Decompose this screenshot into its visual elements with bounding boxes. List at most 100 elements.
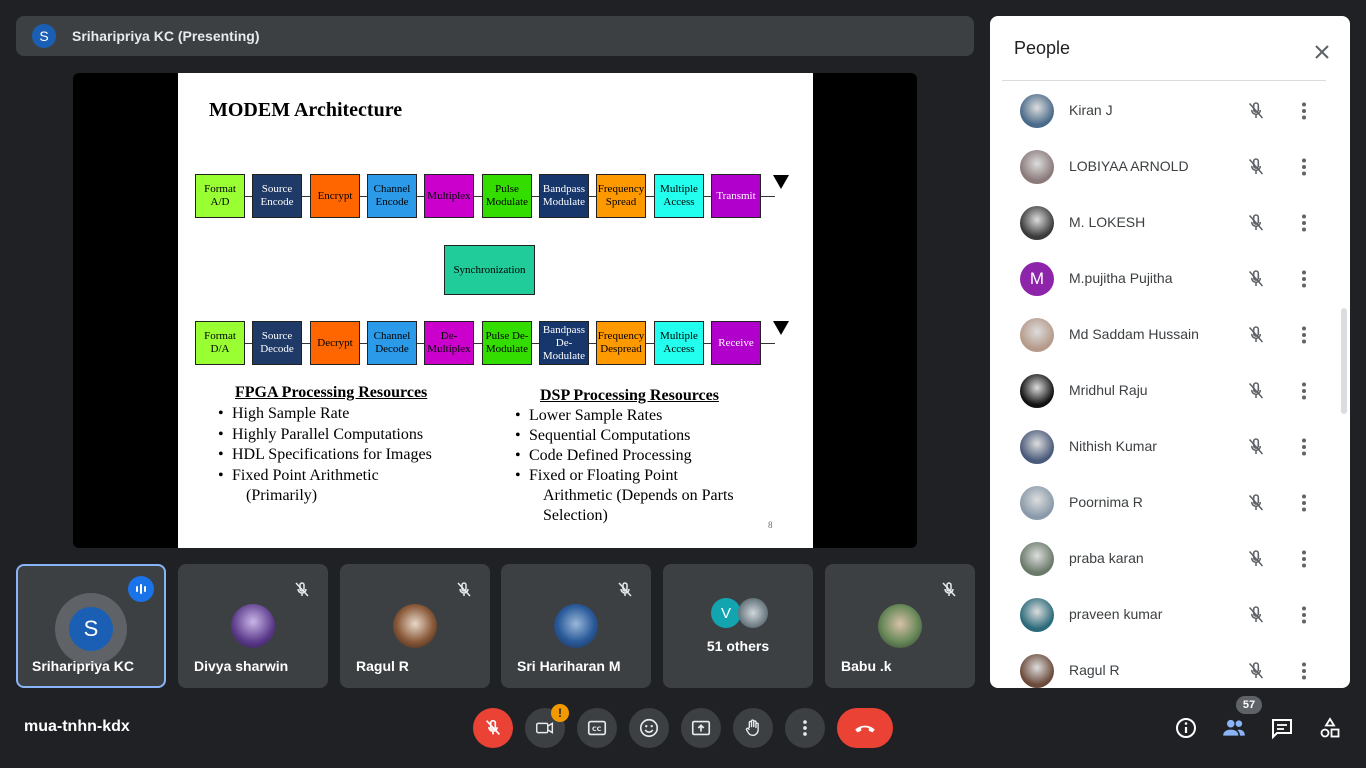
rx-block: Decrypt — [310, 321, 360, 365]
participant-more-button[interactable] — [1292, 323, 1316, 347]
participant-more-button[interactable] — [1292, 659, 1316, 683]
participant-avatar: M — [1020, 262, 1054, 296]
participant-name: LOBIYAA ARNOLD — [1069, 158, 1189, 174]
tx-block: Frequency Spread — [596, 174, 646, 218]
more-options-button[interactable] — [785, 708, 825, 748]
antenna-icon — [773, 175, 789, 189]
rx-block: Bandpass De-Modulate — [539, 321, 589, 365]
participant-more-button[interactable] — [1292, 547, 1316, 571]
participant-avatar — [1020, 150, 1054, 184]
participant-name: Ragul R — [1069, 662, 1120, 678]
participant-row[interactable]: Mridhul Raju — [990, 363, 1338, 419]
tx-block: Bandpass Modulate — [539, 174, 589, 218]
participant-more-button[interactable] — [1292, 491, 1316, 515]
mic-toggle-button[interactable] — [473, 708, 513, 748]
mic-off-icon — [1244, 491, 1268, 515]
mic-off-icon — [1244, 99, 1268, 123]
participant-avatar — [1020, 206, 1054, 240]
rx-block: Source Decode — [252, 321, 302, 365]
participant-avatar — [1020, 542, 1054, 576]
participant-row[interactable]: Ragul R — [990, 643, 1338, 688]
mic-off-icon — [1244, 435, 1268, 459]
participant-tile[interactable]: S Sriharipriya KC — [16, 564, 166, 688]
others-count: 51 others — [706, 638, 770, 654]
slide-page-number: 8 — [768, 520, 773, 530]
participant-tile[interactable]: Babu .k — [825, 564, 975, 688]
raise-hand-button[interactable] — [733, 708, 773, 748]
participant-row[interactable]: LOBIYAA ARNOLD — [990, 139, 1338, 195]
people-scrollbar[interactable] — [1341, 308, 1347, 414]
others-avatar: V — [711, 598, 741, 628]
captions-button[interactable]: CC — [577, 708, 617, 748]
participant-more-button[interactable] — [1292, 211, 1316, 235]
participant-row[interactable]: M M.pujitha Pujitha — [990, 251, 1338, 307]
close-panel-button[interactable] — [1308, 38, 1336, 66]
others-tile[interactable]: V 51 others — [663, 564, 813, 688]
participant-row[interactable]: Md Saddam Hussain — [990, 307, 1338, 363]
camera-icon — [536, 722, 554, 734]
fpga-list: High Sample Rate Highly Parallel Computa… — [218, 404, 432, 507]
participant-tile[interactable]: Ragul R — [340, 564, 490, 688]
dsp-list: Lower Sample Rates Sequential Computatio… — [515, 406, 734, 526]
participant-more-button[interactable] — [1292, 155, 1316, 179]
rx-block: Receive — [711, 321, 761, 365]
mic-off-icon — [1244, 603, 1268, 627]
participant-avatar — [1020, 430, 1054, 464]
participant-row[interactable]: Poornima R — [990, 475, 1338, 531]
people-panel: People Kiran J LOBIYAA ARNOLD M. LOKESH M M.… — [990, 16, 1350, 688]
info-icon — [1176, 718, 1196, 738]
presenting-bar: S Sriharipriya KC (Presenting) — [16, 16, 974, 56]
speaking-indicator-icon — [128, 576, 154, 602]
dsp-item: Fixed or Floating Point — [515, 466, 734, 486]
mic-off-icon — [290, 578, 314, 602]
tx-block: Transmit — [711, 174, 761, 218]
participant-row[interactable]: Nithish Kumar — [990, 419, 1338, 475]
participant-more-button[interactable] — [1292, 435, 1316, 459]
tx-block: Format A/D — [195, 174, 245, 218]
chat-button[interactable] — [1268, 714, 1296, 742]
presenting-title: Sriharipriya KC (Presenting) — [72, 28, 260, 44]
participant-name: M. LOKESH — [1069, 214, 1146, 230]
present-button[interactable] — [681, 708, 721, 748]
activities-button[interactable] — [1316, 714, 1344, 742]
participant-more-button[interactable] — [1292, 267, 1316, 291]
dsp-item: Lower Sample Rates — [515, 406, 734, 426]
camera-toggle-button[interactable]: ! — [525, 704, 569, 748]
tx-block: Multiple Access — [654, 174, 704, 218]
participant-name: praveen kumar — [1069, 606, 1163, 622]
close-icon — [1315, 45, 1329, 59]
more-vert-icon — [803, 720, 807, 736]
participant-avatar — [1020, 318, 1054, 352]
svg-text:CC: CC — [592, 725, 602, 733]
meeting-details-button[interactable] — [1172, 714, 1200, 742]
slide-title: MODEM Architecture — [209, 99, 403, 121]
tile-avatar — [231, 604, 275, 648]
mic-off-icon — [1244, 323, 1268, 347]
leave-call-button[interactable] — [837, 708, 893, 748]
participant-more-button[interactable] — [1292, 379, 1316, 403]
participant-name: praba karan — [1069, 550, 1144, 566]
participant-row[interactable]: M. LOKESH — [990, 195, 1338, 251]
rx-block: Channel Decode — [367, 321, 417, 365]
fpga-item: Fixed Point Arithmetic — [218, 466, 432, 487]
rx-block: Frequency Despread — [596, 321, 646, 365]
panel-divider — [1002, 80, 1326, 81]
tile-avatar — [878, 604, 922, 648]
participant-name: Mridhul Raju — [1069, 382, 1148, 398]
participant-avatar — [1020, 374, 1054, 408]
people-button[interactable] — [1220, 714, 1248, 742]
participant-row[interactable]: Kiran J — [990, 83, 1338, 139]
participant-more-button[interactable] — [1292, 603, 1316, 627]
participant-more-button[interactable] — [1292, 99, 1316, 123]
participant-row[interactable]: praveen kumar — [990, 587, 1338, 643]
antenna-icon — [773, 321, 789, 335]
participant-tile[interactable]: Sri Hariharan M — [501, 564, 651, 688]
participant-tile[interactable]: Divya sharwin — [178, 564, 328, 688]
participant-row[interactable]: praba karan — [990, 531, 1338, 587]
reactions-button[interactable] — [629, 708, 669, 748]
people-icon — [1223, 719, 1245, 736]
tile-name: Ragul R — [356, 658, 409, 674]
fpga-item: Highly Parallel Computations — [218, 425, 432, 446]
mic-off-icon — [485, 719, 501, 735]
fpga-item: High Sample Rate — [218, 404, 432, 425]
